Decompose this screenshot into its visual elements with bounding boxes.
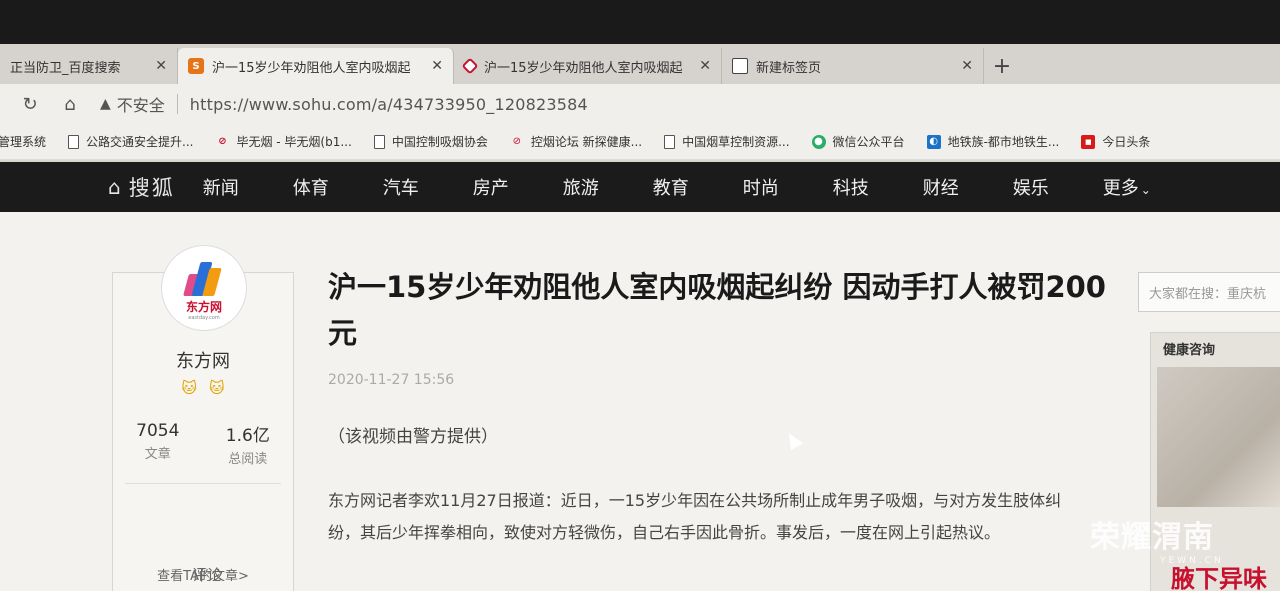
- sohu-logo[interactable]: ⌂ 搜狐: [108, 172, 175, 202]
- eastday-logo-icon: [182, 256, 226, 296]
- more-label: 更多: [1102, 178, 1139, 199]
- reload-icon[interactable]: ↻: [10, 84, 50, 124]
- bookmark-item[interactable]: ⊘ 毕无烟 - 毕无烟(b1...: [215, 133, 352, 150]
- bookmark-label: 中国烟草控制资源...: [682, 135, 790, 149]
- author-card: 东方网 eastday.com 东方网 🐱🐱 7054 文章 1.6亿 总阅读 …: [112, 245, 294, 591]
- article-paragraph: 东方网记者李欢11月27日报道：近日，一15岁少年因在公共场所制止成年男子吸烟，…: [328, 491, 1062, 542]
- nav-item-more[interactable]: 更多 ⌄: [1103, 174, 1151, 200]
- bookmark-label: 今日头条: [1102, 135, 1151, 149]
- avatar[interactable]: 东方网 eastday.com: [161, 245, 247, 331]
- url-input[interactable]: https://www.sohu.com/a/434733950_1208235…: [190, 95, 588, 114]
- wechat-icon: ●: [811, 134, 826, 149]
- new-tab-icon: [732, 58, 748, 74]
- article-title: 沪一15岁少年劝阻他人室内吸烟起纠纷 因动手打人被罚200元: [328, 270, 1106, 350]
- page-content: 东方网 eastday.com 东方网 🐱🐱 7054 文章 1.6亿 总阅读 …: [0, 212, 1280, 591]
- address-bar: ↻ ⌂ ▲ 不安全 https://www.sohu.com/a/4347339…: [0, 84, 1280, 124]
- avatar-logo-text: 东方网: [185, 299, 222, 314]
- bookmark-item[interactable]: ■ 今日头条: [1081, 133, 1150, 150]
- nav-item-auto[interactable]: 汽车: [383, 174, 419, 200]
- ad-image: [1157, 367, 1280, 507]
- avatar-logo-sub: eastday.com: [188, 314, 220, 321]
- bookmark-item[interactable]: 中国烟草控制资源...: [664, 133, 790, 150]
- close-icon[interactable]: ✕: [961, 58, 973, 74]
- nav-item-news[interactable]: 新闻: [203, 174, 239, 200]
- watermark-sub: YEWN.CN: [1160, 556, 1224, 566]
- author-badges: 🐱🐱: [181, 379, 237, 397]
- bookmark-item[interactable]: ⊘ 控烟论坛 新探健康...: [510, 133, 642, 150]
- author-stats: 7054 文章 1.6亿 总阅读: [113, 421, 293, 467]
- nav-item-travel[interactable]: 旅游: [563, 174, 599, 200]
- document-icon: [68, 134, 80, 149]
- nav-item-sports[interactable]: 体育: [293, 174, 329, 200]
- comment-link[interactable]: 评论: [192, 564, 222, 585]
- author-name[interactable]: 东方网: [113, 347, 293, 373]
- stat-label: 总阅读: [228, 452, 268, 467]
- screen-bezel: [0, 0, 1280, 44]
- logo-text: 搜狐: [128, 176, 175, 200]
- no-smoking-icon: ⊘: [512, 136, 522, 147]
- chevron-down-icon: ⌄: [1140, 183, 1151, 197]
- tab-label: 新建标签页: [756, 60, 822, 76]
- nav-item-entertainment[interactable]: 娱乐: [1013, 174, 1049, 200]
- warning-icon: ▲: [100, 96, 111, 112]
- nav-item-finance[interactable]: 财经: [923, 174, 959, 200]
- bookmark-item[interactable]: 中国控制吸烟协会: [373, 133, 488, 150]
- security-label: 不安全: [116, 96, 165, 115]
- document-icon: [664, 134, 676, 149]
- metro-icon: ◐: [926, 134, 941, 149]
- add-tab-button[interactable]: +: [984, 48, 1020, 84]
- nav-item-fashion[interactable]: 时尚: [743, 174, 779, 200]
- bookmark-label: 中国控制吸烟协会: [391, 135, 488, 149]
- bookmark-label: 管理系统: [0, 135, 47, 149]
- tab-label: 正当防卫_百度搜索: [10, 60, 121, 76]
- stat-articles: 7054 文章: [136, 421, 179, 467]
- nav-item-tech[interactable]: 科技: [833, 174, 869, 200]
- document-icon: [373, 134, 385, 149]
- article: 沪一15岁少年劝阻他人室内吸烟起纠纷 因动手打人被罚200元 2020-11-2…: [328, 264, 1108, 549]
- bookmark-item[interactable]: ● 微信公众平台: [811, 133, 905, 150]
- article-date: 2020-11-27 15:56: [328, 372, 455, 388]
- home-icon: ⌂: [108, 175, 123, 199]
- tab-strip: 正当防卫_百度搜索 ✕ S 沪一15岁少年劝阻他人室内吸烟起 ✕ 沪一15岁少年…: [0, 44, 1280, 84]
- toutiao-icon: ■: [1081, 134, 1096, 149]
- site-nav: ⌂ 搜狐 新闻 体育 汽车 房产 旅游 教育 时尚 科技 财经 娱乐 更多 ⌄: [0, 162, 1280, 212]
- bookmark-label: 毕无烟 - 毕无烟(b1...: [236, 135, 352, 149]
- tab-label: 沪一15岁少年劝阻他人室内吸烟起: [484, 60, 683, 76]
- site-favicon-icon: [461, 57, 479, 75]
- ad-label: 健康咨询: [1163, 343, 1216, 358]
- tab-new-tab[interactable]: 新建标签页 ✕: [722, 48, 984, 84]
- stat-label: 文章: [144, 447, 171, 462]
- bookmark-label: 控烟论坛 新探健康...: [530, 135, 643, 149]
- watermark: 荣耀渭南: [1090, 520, 1214, 555]
- bookmark-label: 公路交通安全提升...: [86, 135, 194, 149]
- bookmark-label: 地铁族-都市地铁生...: [947, 135, 1060, 149]
- stat-value: 7054: [136, 421, 180, 441]
- search-input[interactable]: 大家都在搜：重庆杭: [1138, 272, 1280, 312]
- nav-item-education[interactable]: 教育: [653, 174, 689, 200]
- smoke-free-icon: ⊘: [218, 136, 227, 147]
- bookmark-label: 微信公众平台: [832, 135, 905, 149]
- nav-items: 新闻 体育 汽车 房产 旅游 教育 时尚 科技 财经 娱乐 更多 ⌄: [203, 174, 1151, 200]
- divider: [125, 483, 281, 484]
- close-icon[interactable]: ✕: [699, 58, 711, 74]
- close-icon[interactable]: ✕: [155, 58, 167, 74]
- bookmarks-bar: 管理系统 公路交通安全提升... ⊘ 毕无烟 - 毕无烟(b1... 中国控制吸烟…: [0, 124, 1280, 160]
- stat-reads: 1.6亿 总阅读: [226, 421, 270, 467]
- close-icon[interactable]: ✕: [431, 58, 443, 74]
- article-paragraph: （该视频由警方提供）: [328, 427, 498, 447]
- tab-baidu-search[interactable]: 正当防卫_百度搜索 ✕: [0, 48, 178, 84]
- bookmark-item[interactable]: 管理系统: [0, 133, 46, 150]
- home-icon[interactable]: ⌂: [50, 84, 90, 124]
- bookmark-item[interactable]: 公路交通安全提升...: [68, 133, 193, 150]
- stat-value: 1.6亿: [225, 426, 270, 446]
- tab-sohu-article[interactable]: S 沪一15岁少年劝阻他人室内吸烟起 ✕: [178, 48, 454, 84]
- tab-label: 沪一15岁少年劝阻他人室内吸烟起: [212, 60, 411, 76]
- tab-article-2[interactable]: 沪一15岁少年劝阻他人室内吸烟起 ✕: [454, 48, 722, 84]
- divider: [176, 94, 178, 114]
- nav-item-house[interactable]: 房产: [473, 174, 509, 200]
- sohu-favicon-icon: S: [188, 58, 204, 74]
- security-indicator[interactable]: ▲ 不安全: [100, 92, 165, 116]
- bookmark-item[interactable]: ◐ 地铁族-都市地铁生...: [926, 133, 1060, 150]
